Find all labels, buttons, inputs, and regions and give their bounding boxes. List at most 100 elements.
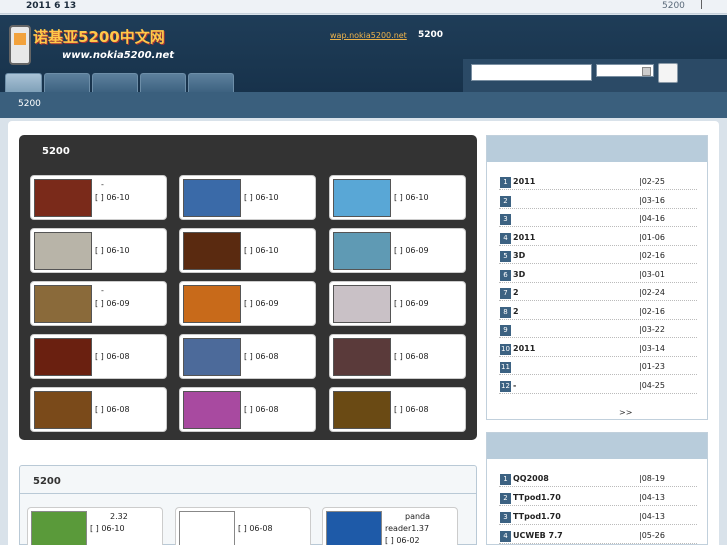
- rank-number-badge: 10: [500, 343, 511, 355]
- software-card[interactable]: [ ] 06-08: [175, 507, 311, 545]
- game-card[interactable]: [ ] 06-08: [179, 334, 316, 379]
- software-card[interactable]: 2.32 [ ] 06-10: [27, 507, 163, 545]
- software-meta: [ ] 06-08: [238, 524, 273, 533]
- rank-item-name[interactable]: 2011: [513, 344, 535, 353]
- game-card[interactable]: [ ] 06-09: [329, 281, 466, 326]
- rank-row[interactable]: 6 3D |03-01: [499, 268, 697, 283]
- rank-item-name[interactable]: 3D: [513, 270, 525, 279]
- search-category-select[interactable]: [596, 64, 654, 77]
- software-title[interactable]: 2.32: [110, 512, 128, 521]
- game-thumbnail[interactable]: [333, 285, 391, 323]
- wap-label: 5200: [418, 30, 444, 40]
- rank-item-name[interactable]: 2: [513, 307, 519, 316]
- rank-item-date: |08-19: [639, 474, 665, 483]
- nav-tab-3[interactable]: [92, 73, 138, 92]
- game-card[interactable]: [ ] 06-08: [179, 387, 316, 432]
- rank-item-name[interactable]: TTpod1.70: [513, 493, 561, 502]
- rank-item-name[interactable]: -: [513, 381, 516, 390]
- game-thumbnail[interactable]: [183, 285, 241, 323]
- software-thumbnail[interactable]: [326, 511, 382, 545]
- phone-icon: [9, 25, 31, 65]
- game-card[interactable]: [ ] 06-08: [30, 387, 167, 432]
- wap-link[interactable]: wap.nokia5200.net: [330, 31, 407, 40]
- nav-tab-5[interactable]: [188, 73, 234, 92]
- more-link[interactable]: >>: [619, 408, 632, 417]
- rank-row[interactable]: 3 TTpod1.70 |04-13: [499, 510, 697, 525]
- game-title[interactable]: -: [101, 286, 104, 295]
- game-title[interactable]: -: [101, 180, 104, 189]
- software-title[interactable]: panda: [405, 512, 430, 521]
- rank-item-name[interactable]: UCWEB 7.7: [513, 531, 563, 540]
- game-card[interactable]: [ ] 06-09: [179, 281, 316, 326]
- rank-row[interactable]: 9 |03-22: [499, 323, 697, 338]
- game-thumbnail[interactable]: [183, 391, 241, 429]
- software-thumbnail[interactable]: [179, 511, 235, 545]
- search-button[interactable]: [658, 63, 678, 83]
- game-thumbnail[interactable]: [34, 338, 92, 376]
- game-card[interactable]: [ ] 06-08: [329, 334, 466, 379]
- game-date: [ ] 06-08: [394, 352, 429, 361]
- game-thumbnail[interactable]: [333, 391, 391, 429]
- game-thumbnail[interactable]: [34, 179, 92, 217]
- rank-row[interactable]: 1 QQ2008 |08-19: [499, 472, 697, 487]
- game-card[interactable]: [ ] 06-10: [30, 228, 167, 273]
- top-bar: 2011 6 13 5200 |: [0, 0, 727, 14]
- rank-row[interactable]: 8 2 |02-16: [499, 305, 697, 320]
- games-panel-title: 5200: [42, 146, 70, 157]
- game-date: [ ] 06-08: [95, 352, 130, 361]
- game-thumbnail[interactable]: [183, 179, 241, 217]
- nav-tab-4[interactable]: [140, 73, 186, 92]
- rank-row[interactable]: 2 TTpod1.70 |04-13: [499, 491, 697, 506]
- rank-item-name[interactable]: 3D: [513, 251, 525, 260]
- rank-row[interactable]: 5 3D |02-16: [499, 249, 697, 264]
- game-thumbnail[interactable]: [34, 391, 92, 429]
- rank-item-name[interactable]: 2: [513, 288, 519, 297]
- game-card[interactable]: [ ] 06-08: [329, 387, 466, 432]
- nav-tab-home[interactable]: [5, 73, 42, 92]
- site-logo[interactable]: 诺基亚5200中文网 www.nokia5200.net: [6, 23, 174, 73]
- rank-number-badge: 8: [500, 306, 511, 318]
- software-card[interactable]: panda reader1.37 [ ] 06-02: [322, 507, 458, 545]
- rank-row[interactable]: 2 |03-16: [499, 194, 697, 209]
- rank-item-date: |02-25: [639, 177, 665, 186]
- rank-row[interactable]: 11 |01-23: [499, 360, 697, 375]
- game-card[interactable]: [ ] 06-10: [179, 228, 316, 273]
- game-thumbnail[interactable]: [34, 285, 92, 323]
- rank-row[interactable]: 12- |04-25: [499, 379, 697, 394]
- nav-tab-2[interactable]: [44, 73, 90, 92]
- software-date: [ ] 06-02: [385, 536, 420, 545]
- rank-item-name[interactable]: TTpod1.70: [513, 512, 561, 521]
- game-card[interactable]: [ ] 06-10: [329, 175, 466, 220]
- game-card[interactable]: [ ] 06-09: [329, 228, 466, 273]
- rank-row[interactable]: 3 |04-16: [499, 212, 697, 227]
- sub-nav-label[interactable]: 5200: [18, 99, 41, 109]
- software-thumbnail[interactable]: [31, 511, 87, 545]
- game-date: [ ] 06-08: [394, 405, 429, 414]
- game-thumbnail[interactable]: [333, 338, 391, 376]
- rank-row[interactable]: 10 2011 |03-14: [499, 342, 697, 357]
- top-right-link[interactable]: 5200: [662, 1, 685, 11]
- game-thumbnail[interactable]: [34, 232, 92, 270]
- game-date: [ ] 06-09: [244, 299, 279, 308]
- rank-row[interactable]: 4 2011 |01-06: [499, 231, 697, 246]
- game-card[interactable]: [ ] 06-10: [179, 175, 316, 220]
- game-card[interactable]: - [ ] 06-09: [30, 281, 167, 326]
- rank-row[interactable]: 7 2 |02-24: [499, 286, 697, 301]
- rank-item-date: |03-16: [639, 195, 665, 205]
- rank-item-date: |04-13: [639, 493, 665, 502]
- game-thumbnail[interactable]: [333, 179, 391, 217]
- game-card[interactable]: [ ] 06-08: [30, 334, 167, 379]
- game-thumbnail[interactable]: [183, 232, 241, 270]
- rank-row[interactable]: 1 2011 |02-25: [499, 175, 697, 190]
- rank-item-name[interactable]: QQ2008: [513, 474, 549, 483]
- game-thumbnail[interactable]: [333, 232, 391, 270]
- rank-item-name[interactable]: 2011: [513, 177, 535, 186]
- game-thumbnail[interactable]: [183, 338, 241, 376]
- search-input[interactable]: [471, 64, 592, 81]
- ranking-panel-games: 1 2011 |02-25 2 |03-16 3 |04-16 4 2011 |01-06 5 3D |…: [486, 135, 708, 420]
- game-date: [ ] 06-09: [394, 246, 429, 255]
- rank-row[interactable]: 4 UCWEB 7.7 |05-26: [499, 529, 697, 544]
- game-card[interactable]: - [ ] 06-10: [30, 175, 167, 220]
- rank-item-name[interactable]: 2011: [513, 233, 535, 242]
- rank-item-date: |05-26: [639, 531, 665, 540]
